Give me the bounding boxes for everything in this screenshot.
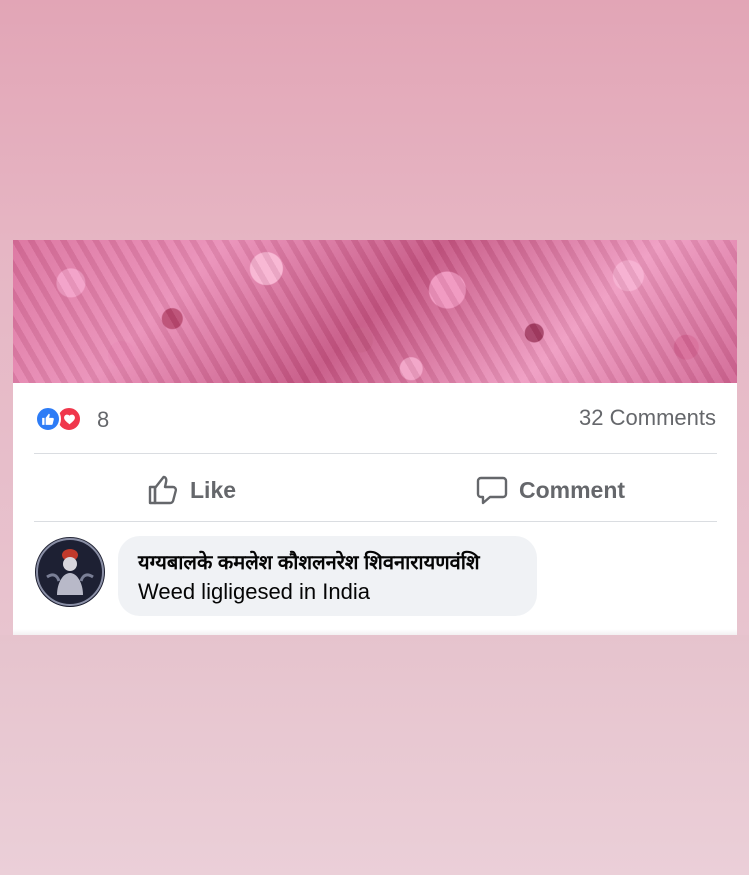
background-top — [0, 0, 749, 240]
post-photo-flowers[interactable] — [13, 240, 737, 383]
reaction-count[interactable]: 8 — [97, 407, 109, 433]
comments-count-link[interactable]: 32 Comments — [579, 405, 716, 431]
reactions-bar[interactable]: 8 32 Comments — [13, 383, 737, 451]
post-card: 8 32 Comments Like Comment यग्यबालके कमल… — [13, 240, 737, 635]
photo-texture — [13, 240, 737, 383]
card-bottom-edge — [13, 629, 737, 635]
divider — [34, 453, 717, 454]
like-label: Like — [190, 476, 237, 503]
comment-text: Weed ligligesed in India — [138, 579, 370, 604]
divider — [34, 521, 717, 522]
comment-bubble-icon — [476, 476, 508, 505]
commenter-name[interactable]: यग्यबालके कमलेश कौशलनरेश शिवनारायणवंशि — [138, 548, 480, 575]
comment-button[interactable]: Comment — [475, 470, 625, 510]
comment-label: Comment — [519, 476, 626, 503]
thumbs-up-icon — [148, 475, 178, 505]
commenter-avatar[interactable] — [35, 537, 105, 607]
like-button[interactable]: Like — [146, 470, 236, 510]
like-reaction-icon — [35, 406, 61, 432]
avatar-portrait-icon — [36, 538, 104, 606]
background-bottom — [0, 635, 749, 875]
comment-bubble[interactable]: यग्यबालके कमलेश कौशलनरेश शिवनारायणवंशि W… — [118, 536, 537, 616]
